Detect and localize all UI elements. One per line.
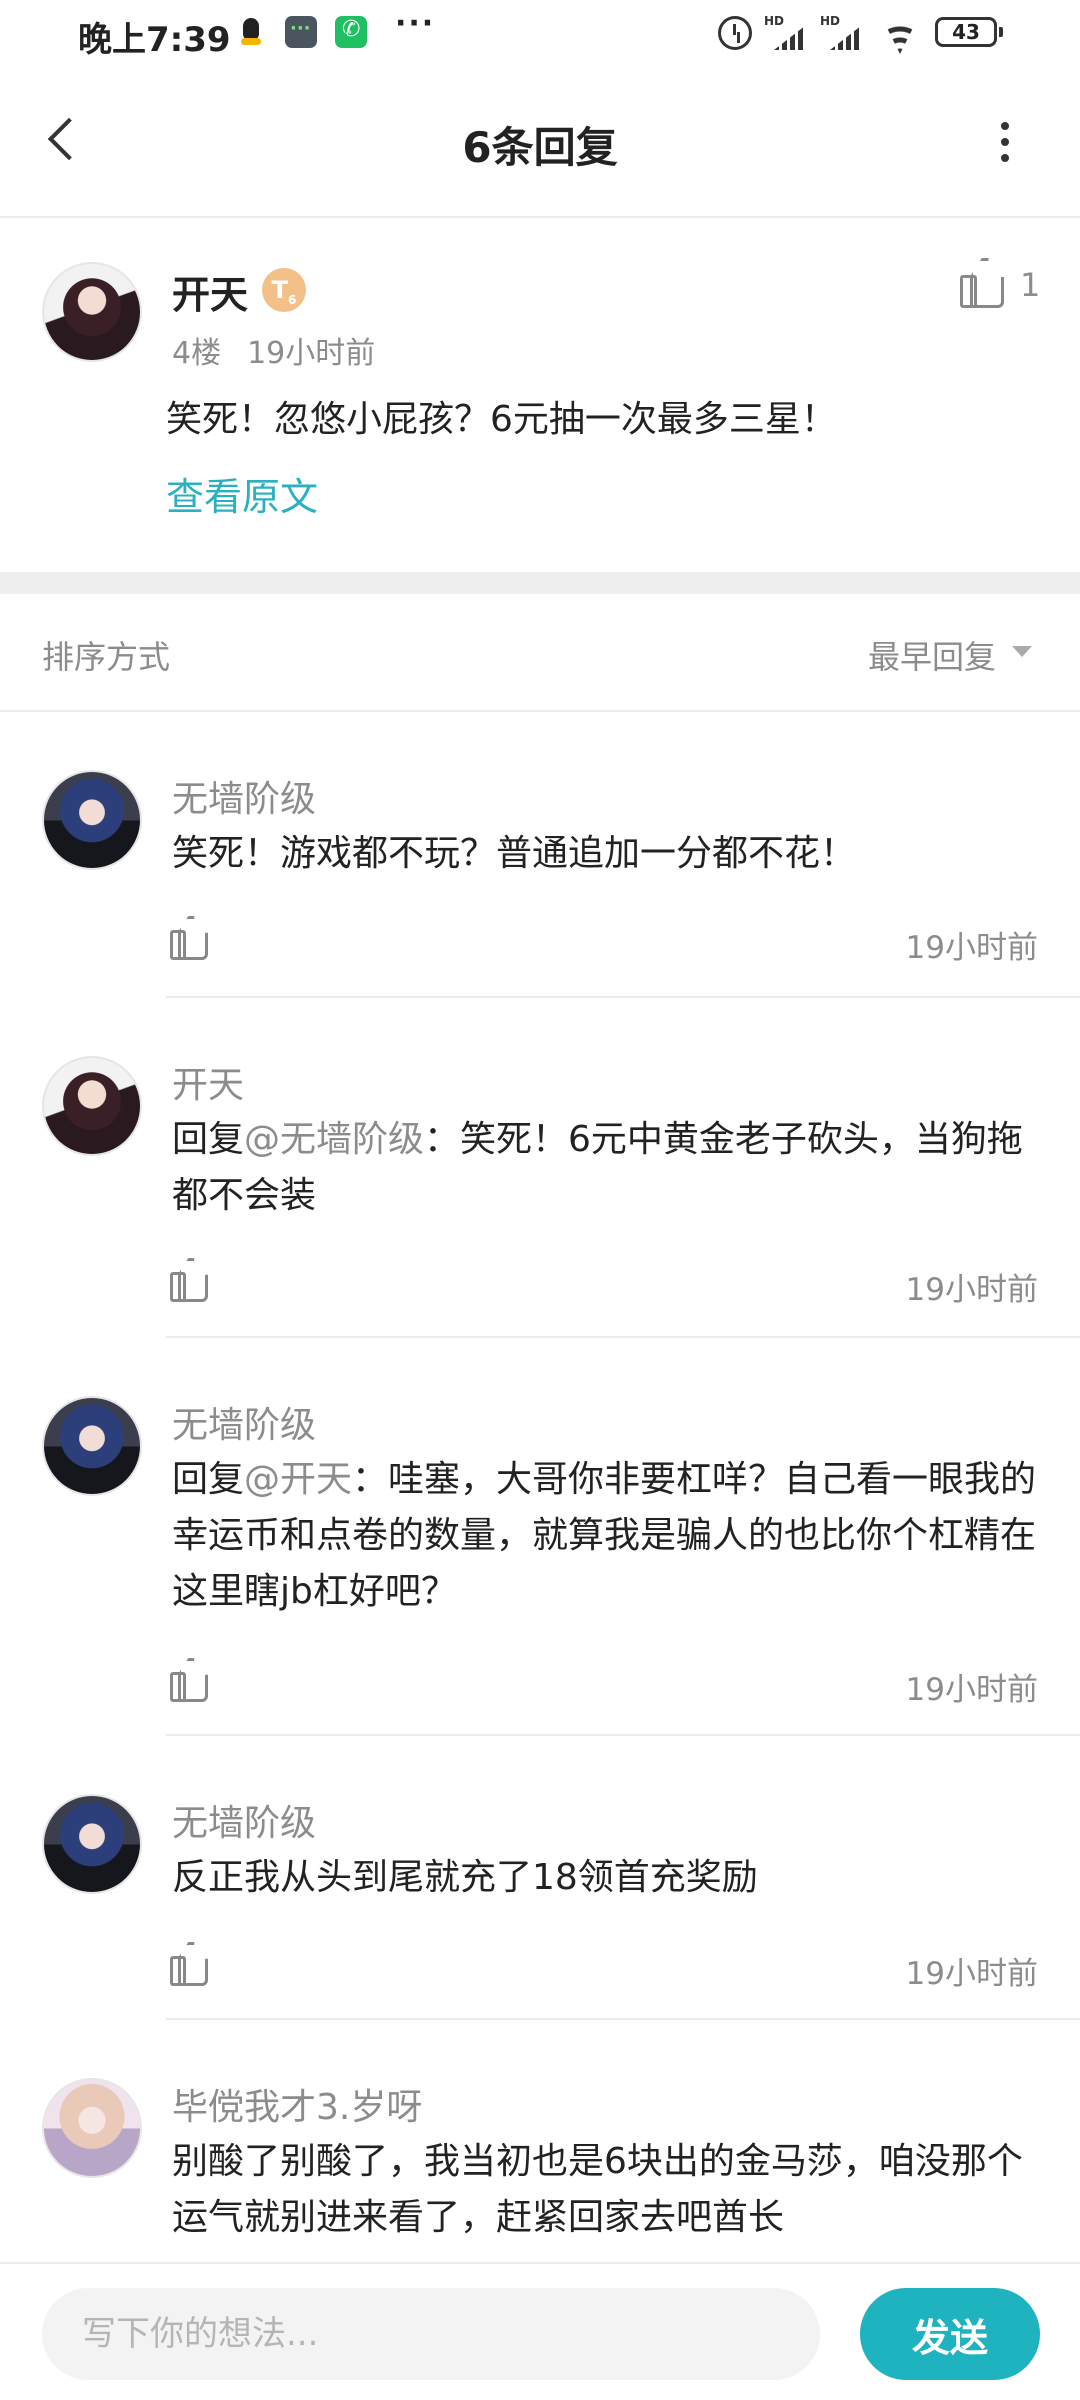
status-bar: 晚上7:39 ··· HD HD 43	[0, 0, 1080, 66]
divider	[166, 1734, 1080, 1736]
avatar[interactable]	[42, 1056, 142, 1156]
reply-author[interactable]: 开天	[172, 1056, 244, 1108]
send-button[interactable]: 发送	[860, 2288, 1040, 2380]
avatar[interactable]	[42, 2078, 142, 2178]
avatar[interactable]	[42, 1396, 142, 1496]
avatar[interactable]	[42, 770, 142, 870]
header: 6条回复	[0, 66, 1080, 218]
reply-text: 回复@开天：哇塞，大哥你非要杠咩？自己看一眼我的幸运币和点卷的数量，就算我是骗人…	[172, 1459, 1037, 1612]
comment-input[interactable]	[42, 2288, 820, 2380]
view-original-link[interactable]: 查看原文	[166, 466, 318, 521]
divider	[166, 1336, 1080, 1338]
message-notification-icon	[285, 16, 317, 48]
divider	[166, 2018, 1080, 2020]
battery-icon: 43	[935, 17, 1003, 47]
comment-time: 19小时前	[247, 336, 376, 371]
qq-notification-icon	[235, 16, 267, 48]
wifi-icon	[880, 14, 920, 46]
reply-author[interactable]: 无墙阶级	[172, 1396, 316, 1448]
alarm-icon	[718, 16, 752, 50]
mention-link[interactable]: @开天	[244, 1459, 352, 1500]
thumbs-up-icon[interactable]	[170, 1664, 208, 1703]
more-notifications-icon: ···	[395, 6, 436, 41]
reply-time: 19小时前	[905, 1672, 1038, 1708]
reply-text: 反正我从头到尾就充了18领首充奖励	[172, 1857, 758, 1898]
like-count: 1	[1020, 266, 1041, 304]
divider	[166, 996, 1080, 998]
floor-number: 4楼	[172, 336, 222, 371]
thumbs-up-icon[interactable]	[170, 1948, 208, 1987]
status-time: 晚上7:39	[78, 20, 231, 60]
reply-text: 笑死！游戏都不玩？普通追加一分都不花！	[172, 833, 857, 874]
reply-author[interactable]: 无墙阶级	[172, 770, 316, 822]
hd-label: HD	[820, 14, 841, 28]
thumbs-up-icon[interactable]	[170, 1264, 208, 1303]
avatar[interactable]	[42, 1794, 142, 1894]
avatar[interactable]	[42, 262, 142, 362]
thumbs-up-icon[interactable]	[960, 264, 1004, 308]
hd-label: HD	[764, 14, 785, 28]
comment-text: 笑死！忽悠小屁孩？6元抽一次最多三星！	[166, 399, 837, 440]
signal-icon: HD	[764, 14, 810, 50]
reply-time: 19小时前	[905, 930, 1038, 966]
section-divider	[0, 572, 1080, 594]
chevron-down-icon[interactable]	[1012, 646, 1032, 657]
reply-author[interactable]: 无墙阶级	[172, 1794, 316, 1846]
page-title: 6条回复	[462, 123, 618, 172]
mention-link[interactable]: @无墙阶级	[244, 1119, 424, 1160]
sort-label: 排序方式	[42, 638, 171, 676]
thumbs-up-icon[interactable]	[170, 922, 208, 961]
more-options-icon[interactable]	[990, 112, 1020, 172]
sort-dropdown[interactable]: 最早回复	[868, 632, 996, 678]
sort-row: 排序方式 最早回复	[0, 594, 1080, 712]
comment-meta: 4楼 19小时前	[172, 328, 375, 372]
reply-text: 回复@无墙阶级：笑死！6元中黄金老子砍头，当狗拖都不会装	[172, 1119, 1023, 1216]
phone-notification-icon	[335, 16, 367, 48]
author-name[interactable]: 开天	[172, 264, 248, 319]
bottom-bar: 发送	[0, 2262, 1080, 2400]
reply-author[interactable]: 毕傥我才3.岁呀	[172, 2078, 422, 2130]
reply-time: 19小时前	[905, 1956, 1038, 1992]
reply-time: 19小时前	[905, 1272, 1038, 1308]
original-comment: 开天 T6 4楼 19小时前 笑死！忽悠小屁孩？6元抽一次最多三星！ 查看原文 1	[0, 218, 1080, 572]
level-badge: T6	[262, 268, 306, 312]
reply-text: 别酸了别酸了，我当初也是6块出的金马莎，咱没那个运气就别进来看了，赶紧回家去吧酋…	[172, 2141, 1023, 2238]
signal-icon: HD	[820, 14, 866, 50]
